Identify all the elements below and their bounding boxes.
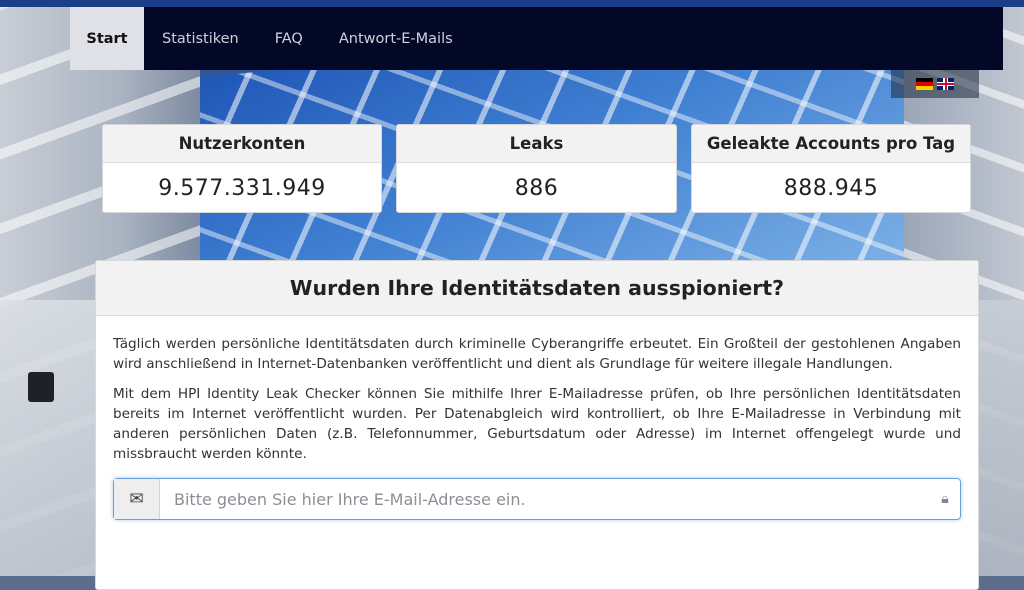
stat-value: 9.577.331.949	[158, 176, 326, 201]
language-switcher	[891, 70, 979, 98]
stat-value: 886	[514, 176, 559, 201]
description-paragraph: Mit dem HPI Identity Leak Checker können…	[113, 386, 961, 462]
stat-card-nutzerkonten: Nutzerkonten 9.577.331.949	[102, 124, 382, 213]
email-input[interactable]	[160, 479, 930, 519]
envelope-icon: ✉	[114, 479, 160, 519]
main-nav: Start Statistiken FAQ Antwort-E-Mails	[70, 7, 1003, 70]
nav-faq[interactable]: FAQ	[257, 7, 321, 70]
email-search-group: ✉ 🔒︎	[113, 478, 961, 520]
stat-card-accounts-pro-tag: Geleakte Accounts pro Tag 888.945	[691, 124, 971, 213]
panel-title: Wurden Ihre Identitätsdaten ausspioniert…	[96, 261, 978, 316]
stat-title: Nutzerkonten	[103, 125, 381, 163]
nav-statistiken[interactable]: Statistiken	[144, 7, 257, 70]
intro-paragraph: Täglich werden persönliche Identitätsdat…	[113, 336, 961, 372]
stat-card-leaks: Leaks 886	[396, 124, 677, 213]
stat-title: Leaks	[397, 125, 676, 163]
uk-flag-icon[interactable]	[937, 78, 954, 90]
leak-check-panel: Wurden Ihre Identitätsdaten ausspioniert…	[95, 260, 979, 590]
lock-icon: 🔒︎	[941, 491, 949, 507]
nav-start[interactable]: Start	[70, 7, 144, 70]
panel-body: Täglich werden persönliche Identitätsdat…	[96, 316, 978, 520]
stat-title: Geleakte Accounts pro Tag	[692, 125, 970, 163]
german-flag-icon[interactable]	[916, 78, 933, 90]
camera-shape	[28, 372, 54, 402]
stat-value: 888.945	[783, 176, 879, 201]
top-strip	[0, 0, 1024, 7]
nav-antwort-emails[interactable]: Antwort-E-Mails	[321, 7, 471, 70]
